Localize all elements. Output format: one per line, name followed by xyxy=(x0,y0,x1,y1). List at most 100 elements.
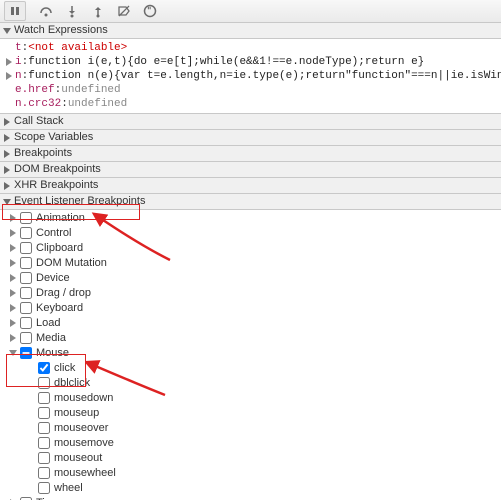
pause-on-exceptions-button[interactable] xyxy=(142,3,158,19)
watch-expression[interactable]: n: function n(e){var t=e.length,n=ie.typ… xyxy=(6,69,499,83)
disclosure-triangle-icon xyxy=(4,182,10,190)
event-category[interactable]: Control xyxy=(0,225,501,240)
panel-header-xhr-breakpoints[interactable]: XHR Breakpoints xyxy=(0,178,501,194)
event-category-label: Keyboard xyxy=(36,302,83,314)
panel-header-breakpoints[interactable]: Breakpoints xyxy=(0,146,501,162)
event-category-children: click dblclick mousedownmouseup mouseover mo… xyxy=(0,360,501,495)
event-type-checkbox[interactable] xyxy=(38,407,50,419)
event-category[interactable]: Animation xyxy=(0,210,501,225)
event-type-checkbox[interactable] xyxy=(38,452,50,464)
step-over-button[interactable] xyxy=(38,3,54,19)
event-type[interactable]: mousewheel xyxy=(28,465,501,480)
disclosure-triangle-icon xyxy=(9,350,17,356)
event-type[interactable]: click xyxy=(28,360,501,375)
event-listener-body: Animation Control Clipboard DOM Mutation Dev… xyxy=(0,210,501,500)
panel-title: Scope Variables xyxy=(14,130,93,145)
event-category-checkbox[interactable] xyxy=(20,497,32,500)
event-type-checkbox[interactable] xyxy=(38,362,50,374)
event-category-checkbox[interactable] xyxy=(20,227,32,239)
event-type-label: mouseout xyxy=(54,452,102,464)
step-out-button[interactable] xyxy=(90,3,106,19)
event-type[interactable]: mouseover xyxy=(28,420,501,435)
toolbar xyxy=(0,0,501,23)
event-category-checkbox[interactable] xyxy=(20,302,32,314)
event-type-label: dblclick xyxy=(54,377,90,389)
watch-name: t xyxy=(15,41,22,55)
event-category-checkbox[interactable] xyxy=(20,317,32,329)
step-into-button[interactable] xyxy=(64,3,80,19)
watch-name: n xyxy=(15,69,22,83)
panel-header-callstack[interactable]: Call Stack xyxy=(0,114,501,130)
event-category-checkbox[interactable] xyxy=(20,242,32,254)
event-type-label: mouseover xyxy=(54,422,108,434)
panel-title: Event Listener Breakpoints xyxy=(14,194,145,209)
watch-name: n.crc32 xyxy=(15,97,61,111)
event-type-label: mousedown xyxy=(54,392,113,404)
event-type-checkbox[interactable] xyxy=(38,482,50,494)
disclosure-triangle-icon xyxy=(10,304,16,312)
disclosure-triangle-icon xyxy=(10,229,16,237)
event-type-checkbox[interactable] xyxy=(38,437,50,449)
event-type-checkbox[interactable] xyxy=(38,467,50,479)
event-type[interactable]: mouseup xyxy=(28,405,501,420)
event-category-checkbox[interactable] xyxy=(20,212,32,224)
event-category[interactable]: Clipboard xyxy=(0,240,501,255)
disclosure-triangle-icon xyxy=(10,214,16,222)
disclosure-triangle-icon xyxy=(10,274,16,282)
event-type[interactable]: dblclick xyxy=(28,375,501,390)
event-type[interactable]: mousemove xyxy=(28,435,501,450)
disclosure-triangle-icon xyxy=(10,334,16,342)
event-category-checkbox[interactable] xyxy=(20,287,32,299)
panel-header-event-listener-breakpoints[interactable]: Event Listener Breakpoints xyxy=(0,194,501,210)
disclosure-triangle-icon xyxy=(6,72,12,80)
disclosure-triangle-icon xyxy=(10,289,16,297)
watch-value: function n(e){var t=e.length,n=ie.type(e… xyxy=(28,69,501,83)
event-category[interactable]: Load xyxy=(0,315,501,330)
pause-button[interactable] xyxy=(4,1,26,21)
event-type-checkbox[interactable] xyxy=(38,392,50,404)
watch-expression[interactable]: n.crc32: undefined xyxy=(6,97,499,111)
event-category[interactable]: Keyboard xyxy=(0,300,501,315)
event-category-label: Control xyxy=(36,227,71,239)
panel-title: XHR Breakpoints xyxy=(14,178,98,193)
event-type[interactable]: mouseout xyxy=(28,450,501,465)
disclosure-triangle-icon xyxy=(4,150,10,158)
event-type-label: mousemove xyxy=(54,437,114,449)
panel-title: DOM Breakpoints xyxy=(14,162,101,177)
watch-expressions-body: t: <not available>i: function i(e,t){do … xyxy=(0,39,501,114)
panel-header-watch[interactable]: Watch Expressions xyxy=(0,23,501,39)
disclosure-triangle-icon xyxy=(3,199,11,205)
panel-title: Watch Expressions xyxy=(14,23,108,38)
event-type-checkbox[interactable] xyxy=(38,377,50,389)
event-category[interactable]: DOM Mutation xyxy=(0,255,501,270)
event-category[interactable]: Timer xyxy=(0,495,501,500)
watch-expression[interactable]: e.href: undefined xyxy=(6,83,499,97)
event-type[interactable]: wheel xyxy=(28,480,501,495)
disclosure-triangle-icon xyxy=(6,58,12,66)
watch-expression[interactable]: i: function i(e,t){do e=e[t];while(e&&1!… xyxy=(6,55,499,69)
event-category-checkbox[interactable] xyxy=(20,257,32,269)
panel-header-scope[interactable]: Scope Variables xyxy=(0,130,501,146)
event-category[interactable]: Drag / drop xyxy=(0,285,501,300)
event-category-label: DOM Mutation xyxy=(36,257,107,269)
watch-expression[interactable]: t: <not available> xyxy=(6,41,499,55)
event-category-checkbox[interactable] xyxy=(20,332,32,344)
watch-value: <not available> xyxy=(28,41,127,55)
event-category-label: Load xyxy=(36,317,60,329)
event-category-label: Clipboard xyxy=(36,242,83,254)
event-category-label: Mouse xyxy=(36,347,69,359)
event-category[interactable]: Mouse xyxy=(0,345,501,360)
event-type[interactable]: mousedown xyxy=(28,390,501,405)
event-category[interactable]: Device xyxy=(0,270,501,285)
event-type-checkbox[interactable] xyxy=(38,422,50,434)
event-category[interactable]: Media xyxy=(0,330,501,345)
disclosure-triangle-icon xyxy=(4,134,10,142)
event-category-label: Drag / drop xyxy=(36,287,91,299)
event-category-checkbox[interactable] xyxy=(20,272,32,284)
panel-header-dom-breakpoints[interactable]: DOM Breakpoints xyxy=(0,162,501,178)
event-category-label: Animation xyxy=(36,212,85,224)
event-category-checkbox[interactable] xyxy=(20,347,32,359)
deactivate-breakpoints-button[interactable] xyxy=(116,3,132,19)
event-type-label: wheel xyxy=(54,482,83,494)
event-category-label: Device xyxy=(36,272,70,284)
